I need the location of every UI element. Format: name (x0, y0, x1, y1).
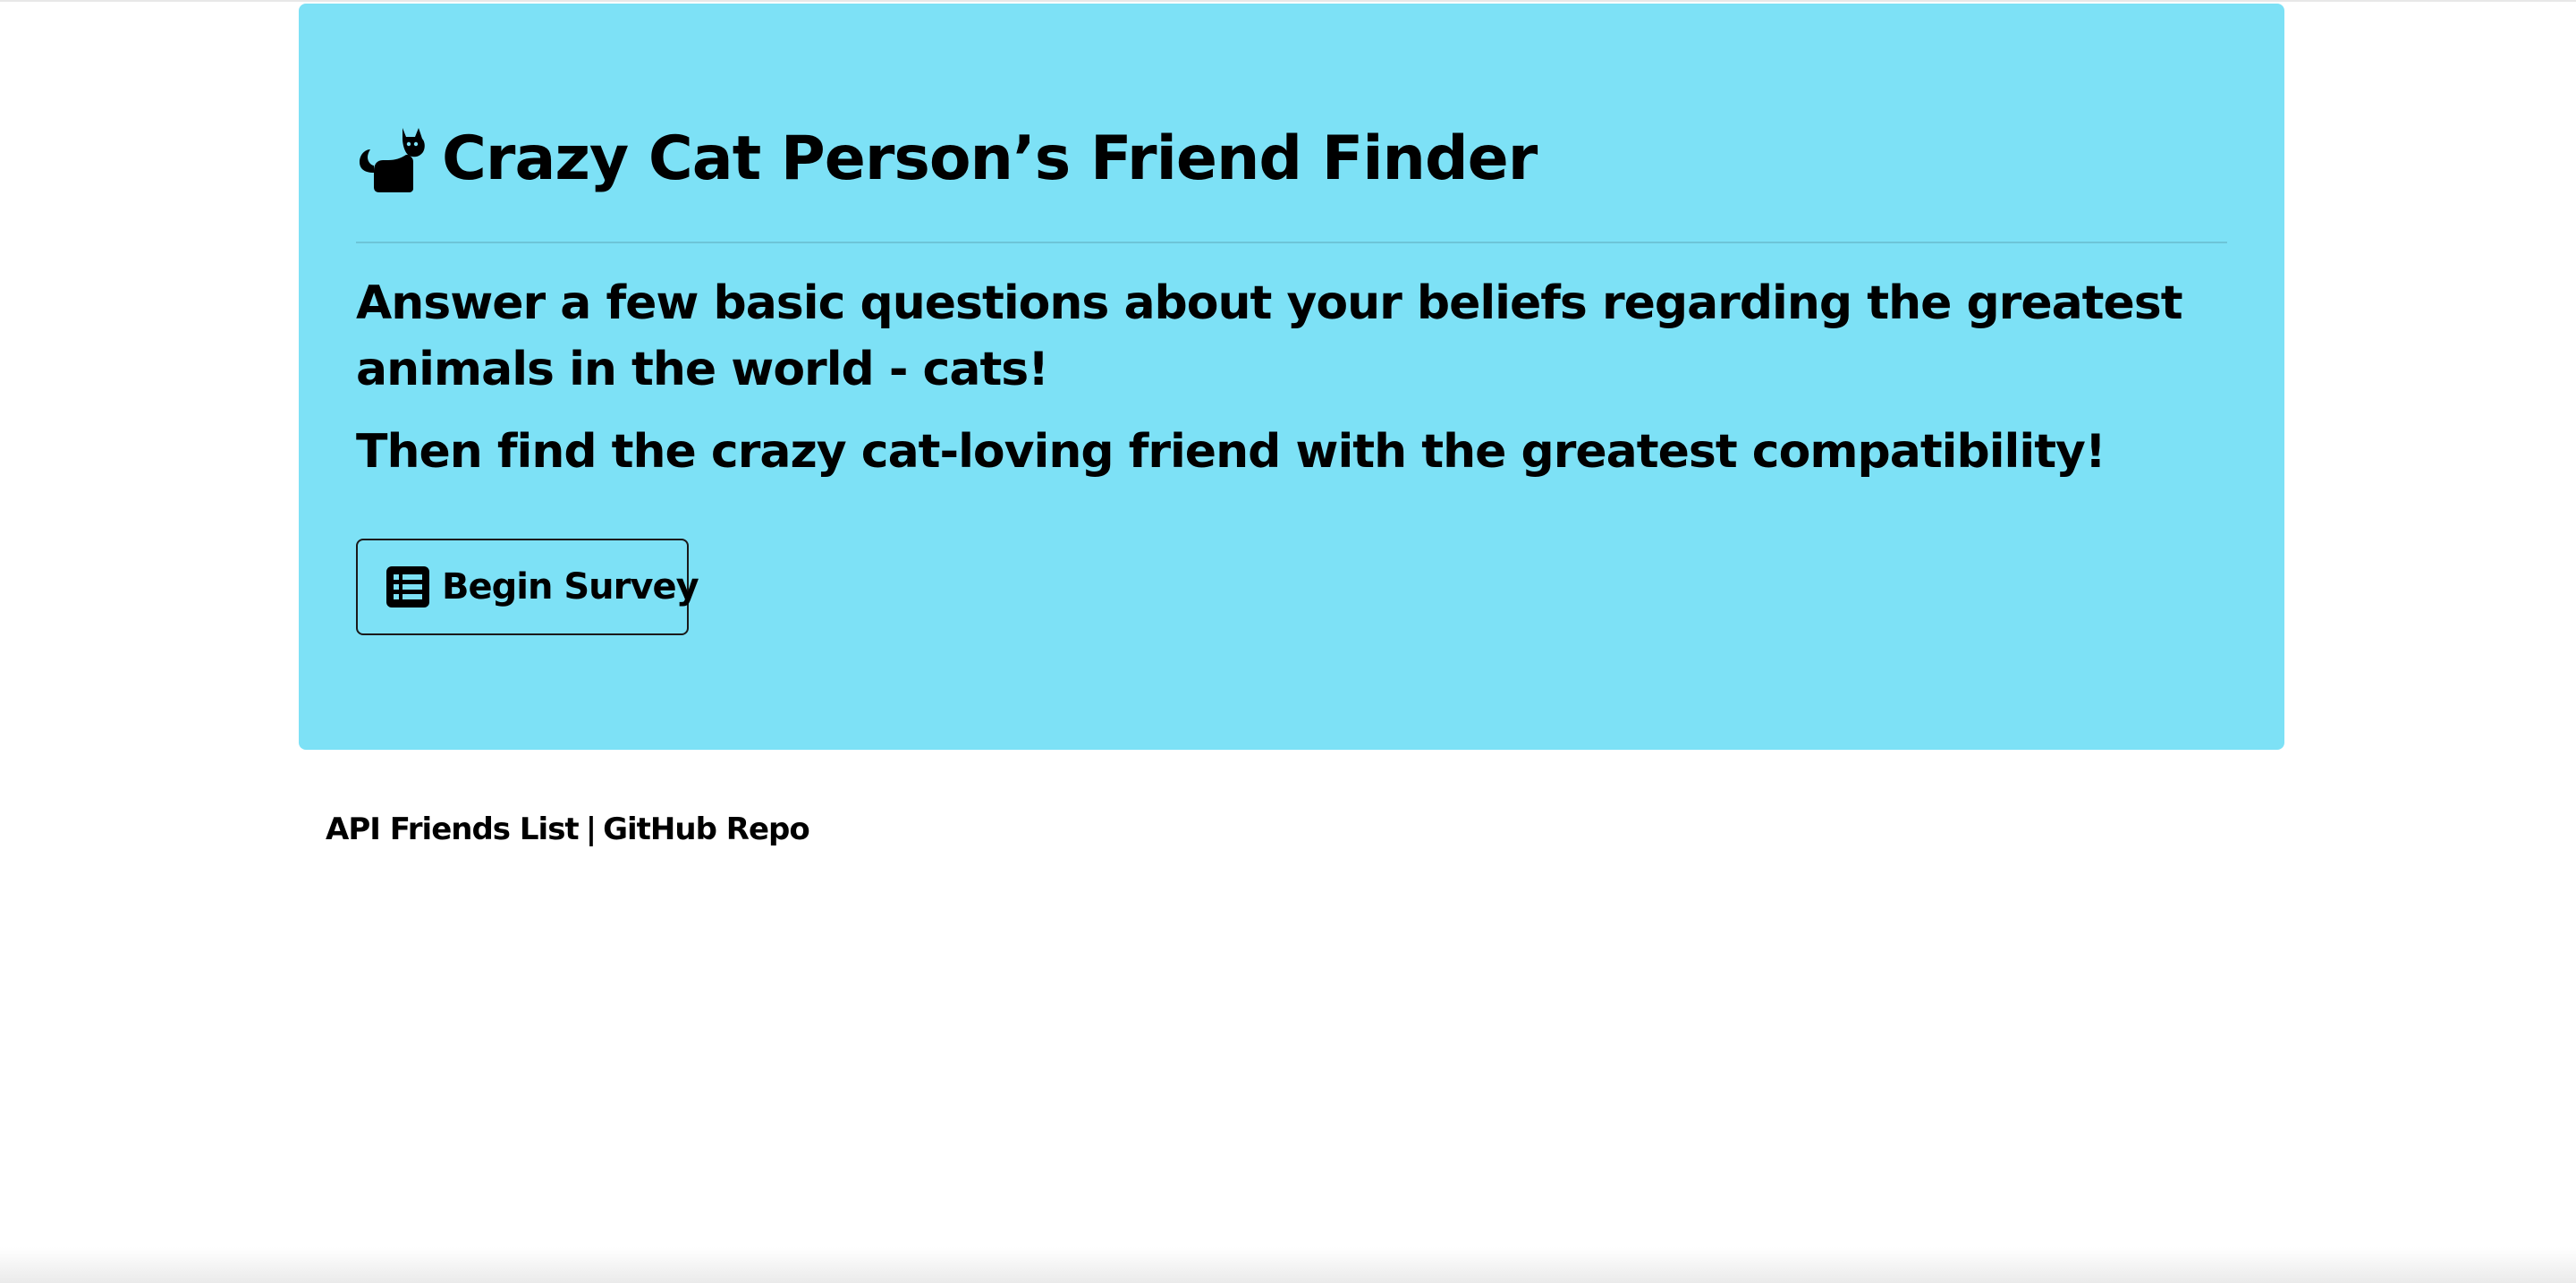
page-title: Crazy Cat Person’s Friend Finder (442, 123, 1538, 194)
list-icon (386, 566, 429, 608)
github-repo-link[interactable]: GitHub Repo (603, 811, 810, 847)
begin-survey-label: Begin Survey (442, 566, 699, 608)
jumbotron: Crazy Cat Person’s Friend Finder Answer … (299, 4, 2284, 750)
cat-icon (360, 128, 425, 192)
footer: API Friends List | GitHub Repo (326, 809, 810, 850)
bottom-shade (0, 1247, 2576, 1283)
intro-subtext: Then find the crazy cat-loving friend wi… (356, 425, 2106, 479)
api-friends-list-link[interactable]: API Friends List (326, 811, 580, 847)
divider (356, 242, 2227, 243)
begin-survey-button[interactable]: Begin Survey (356, 539, 699, 635)
page: Crazy Cat Person’s Friend Finder Answer … (0, 0, 2576, 1283)
title-row: Crazy Cat Person’s Friend Finder (356, 116, 2227, 202)
footer-separator: | (585, 811, 597, 847)
intro-text: Answer a few basic questions about your … (356, 276, 2183, 396)
